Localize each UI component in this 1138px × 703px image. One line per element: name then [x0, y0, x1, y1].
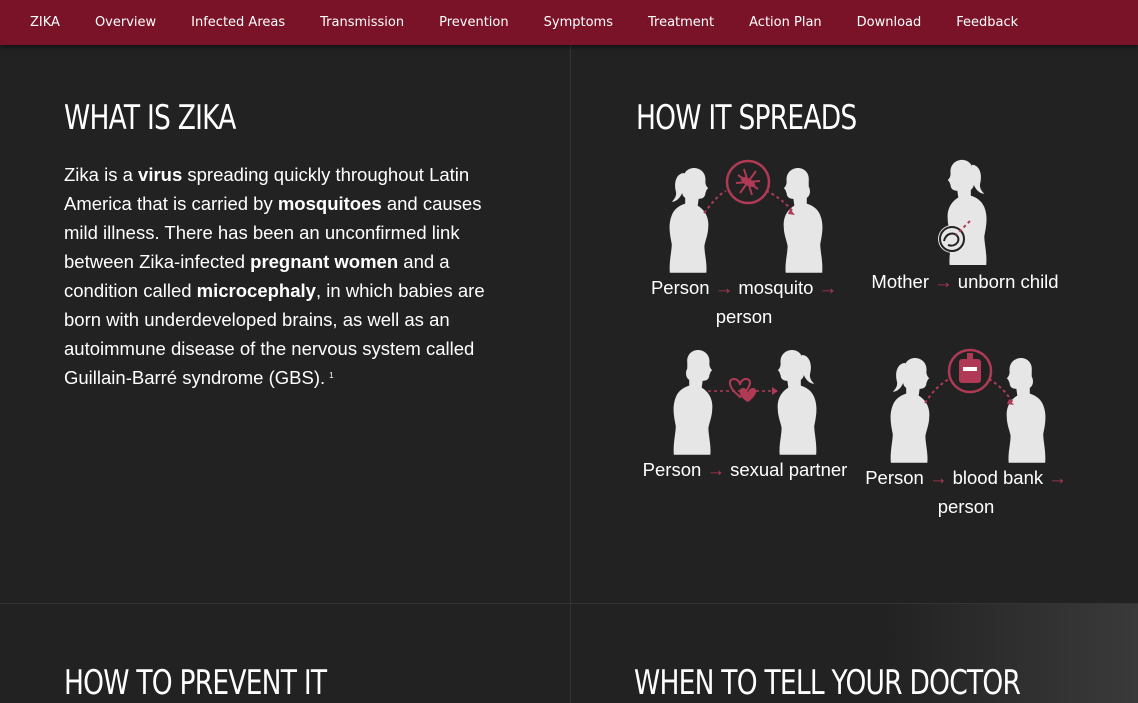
- mother-child-illustration: [938, 159, 987, 265]
- how-it-spreads-heading: HOW IT SPREADS: [636, 98, 857, 138]
- caption-sexual: Person → sexual partner: [642, 459, 848, 480]
- footnote-marker[interactable]: 1: [329, 371, 333, 380]
- blood-bank-illustration: [890, 348, 1046, 463]
- person-icon: [777, 350, 817, 455]
- nav-infected-areas[interactable]: Infected Areas: [174, 0, 303, 45]
- nav-overview[interactable]: Overview: [77, 0, 173, 45]
- blood-bag-icon: [947, 348, 993, 394]
- heart-icon: [728, 377, 757, 402]
- person-icon: [783, 168, 823, 273]
- top-nav: ZIKA Overview Infected Areas Transmissio…: [0, 0, 1138, 45]
- nav-transmission[interactable]: Transmission: [303, 0, 422, 45]
- nav-zika[interactable]: ZIKA: [0, 0, 77, 45]
- nav-action-plan[interactable]: Action Plan: [732, 0, 840, 45]
- mosquito-transmission-illustration: [669, 159, 823, 273]
- person-icon: [1006, 358, 1046, 463]
- nav-feedback[interactable]: Feedback: [939, 0, 1036, 45]
- mosquito-icon: [725, 159, 771, 205]
- when-to-tell-doctor-heading: WHEN TO TELL YOUR DOCTOR: [634, 663, 1021, 703]
- how-to-prevent-heading: HOW TO PREVENT IT: [64, 663, 327, 703]
- caption-blood: Person → blood bank → person: [865, 467, 1067, 517]
- caption-mosquito: Person → mosquito → person: [650, 277, 838, 327]
- nav-symptoms[interactable]: Symptoms: [526, 0, 630, 45]
- nav-treatment[interactable]: Treatment: [630, 0, 731, 45]
- what-is-zika-heading: WHAT IS ZIKA: [64, 98, 236, 138]
- person-icon: [669, 168, 709, 273]
- nav-prevention[interactable]: Prevention: [422, 0, 527, 45]
- person-icon: [890, 358, 930, 463]
- person-icon: [673, 350, 713, 455]
- zika-description: Zika is a virus spreading quickly throug…: [64, 164, 485, 388]
- nav-download[interactable]: Download: [839, 0, 939, 45]
- caption-mother: Mother → unborn child: [871, 271, 1059, 292]
- sexual-transmission-illustration: [673, 350, 817, 455]
